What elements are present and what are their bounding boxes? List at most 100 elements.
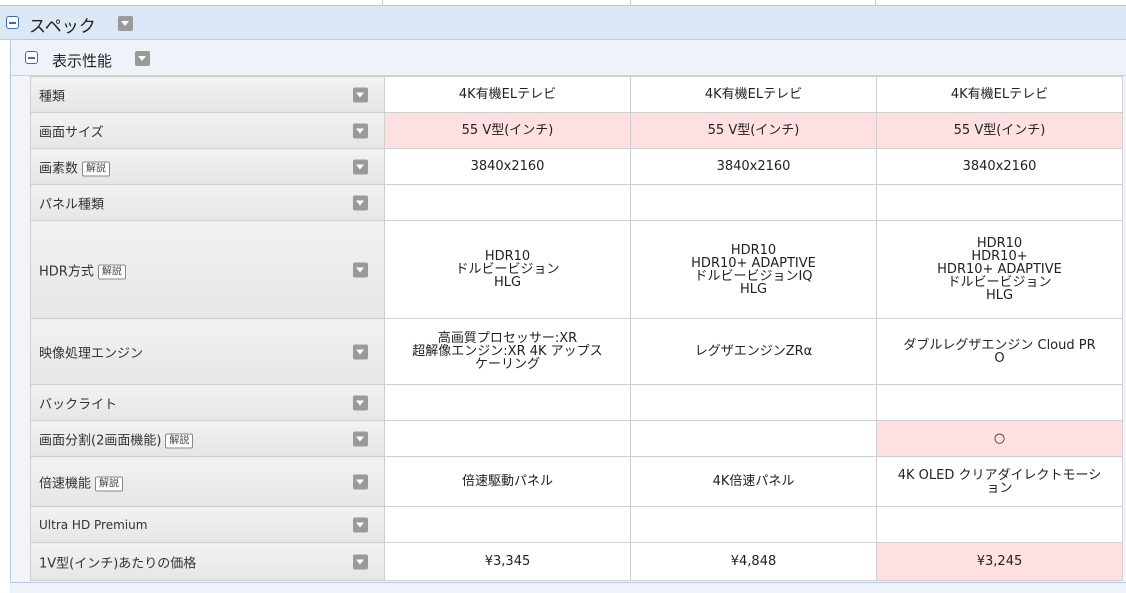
display-performance-header[interactable]: 表示性能 (11, 40, 1126, 76)
explanation-button[interactable]: 解説 (95, 476, 124, 491)
spec-value-line: ¥4,848 (730, 554, 777, 569)
spec-value-cell: ¥3,245 (876, 542, 1123, 581)
spec-value-cell: 3840x2160 (630, 148, 877, 185)
row-dropdown-icon[interactable] (353, 517, 368, 532)
spec-value-line: 3840x2160 (962, 159, 1037, 174)
explanation-button[interactable]: 解説 (82, 161, 111, 176)
row-dropdown-icon[interactable] (353, 159, 368, 174)
spec-value-line: ¥3,345 (484, 554, 531, 569)
spec-value-line: HDR10 (730, 242, 777, 258)
row-dropdown-icon[interactable] (353, 262, 368, 277)
spec-value-line: 3840x2160 (470, 159, 545, 174)
spec-label: 画面サイズ (39, 121, 104, 140)
spec-label-cell: 1V型(インチ)あたりの価格 (30, 542, 385, 581)
row-dropdown-icon[interactable] (353, 123, 368, 138)
spec-label-cell: 画面サイズ (30, 112, 385, 149)
collapse-minus-icon[interactable] (6, 16, 19, 29)
spec-value-cell: HDR10 HDR10+ ADAPTIVE ドルビービジョンIQ HLG (630, 220, 877, 319)
spec-value-line: 4K OLED クリアダイレクトモーシ (897, 467, 1102, 483)
row-dropdown-icon[interactable] (353, 395, 368, 410)
spec-value-line: レグザエンジンZRα (694, 344, 813, 359)
spec-value-cell: レグザエンジンZRα (630, 318, 877, 385)
spec-label-text: 画面サイズ (39, 125, 104, 140)
spec-table: 種類 4K有機ELテレビ 4K有機ELテレビ 4K有機ELテレビ 画面サイズ 55 V型(… (30, 76, 1123, 581)
row-dropdown-icon[interactable] (353, 474, 368, 489)
spec-value-cell: ダブルレグザエンジン Cloud PR O (876, 318, 1123, 385)
spec-row: 画面分割(2画面機能) 解説 ○ (30, 420, 1123, 457)
spec-label: Ultra HD Premium (39, 518, 147, 532)
spec-value-line: 55 V型(インチ) (461, 123, 554, 138)
spec-label-cell: パネル種類 (30, 184, 385, 221)
spec-label: 画素数 解説 (39, 157, 111, 176)
spec-label: 映像処理エンジン (39, 342, 143, 361)
spec-label-text: 画素数 (39, 161, 79, 176)
spec-label-text: 1V型(インチ)あたりの価格 (39, 556, 197, 571)
spec-label-cell: 倍速機能 解説 (30, 456, 385, 507)
spec-value-cell: 4K OLED クリアダイレクトモーシ ョン (876, 456, 1123, 507)
spec-label: 倍速機能 解説 (39, 472, 124, 491)
row-dropdown-icon[interactable] (353, 554, 368, 569)
spec-value-cell: 4K有機ELテレビ (384, 76, 631, 113)
spec-label-text: Ultra HD Premium (39, 517, 148, 532)
spec-row: 種類 4K有機ELテレビ 4K有機ELテレビ 4K有機ELテレビ (30, 76, 1123, 113)
spec-value-line: ○ (993, 431, 1006, 446)
spec-label-text: 種類 (39, 89, 66, 104)
spec-value-line: HLG (493, 275, 522, 290)
explanation-button[interactable]: 解説 (97, 264, 126, 279)
spec-value-cell: HDR10 HDR10+ HDR10+ ADAPTIVE ドルビービジョン HLG (876, 220, 1123, 319)
spec-value-line: ¥3,245 (976, 554, 1023, 569)
row-dropdown-icon[interactable] (353, 87, 368, 102)
spec-value-line: 4K倍速パネル (712, 474, 795, 489)
spec-value-line: ョン (986, 480, 1013, 496)
spec-row: 1V型(インチ)あたりの価格 ¥3,345 ¥4,848 ¥3,245 (30, 542, 1123, 581)
spec-value-line: O (994, 350, 1005, 366)
spec-value-line: ダブルレグザエンジン Cloud PR (903, 337, 1096, 353)
spec-row: HDR方式 解説 HDR10 ドルビービジョン HLG HDR10 HDR10+ ADAPT… (30, 220, 1123, 319)
spec-comparison-panel: スペック 表示性能 種類 4K有機ELテレビ 4K有機ELテレビ 4K有機ELテレビ画… (0, 0, 1126, 593)
spec-label: 種類 (39, 85, 65, 104)
spec-value-cell: 4K有機ELテレビ (876, 76, 1123, 113)
spec-row: 画素数 解説 3840x2160 3840x2160 3840x2160 (30, 148, 1123, 185)
spec-value-line: ドルビービジョンIQ (694, 268, 813, 284)
spec-value-cell (876, 184, 1123, 221)
collapse-minus-icon[interactable] (25, 51, 38, 64)
spec-label-text: バックライト (39, 397, 118, 412)
spec-value-cell (384, 420, 631, 457)
explanation-button[interactable]: 解説 (165, 433, 194, 448)
subsection-title: 表示性能 (52, 52, 113, 70)
spec-value-line: HLG (739, 281, 768, 297)
spec-value-cell: ¥3,345 (384, 542, 631, 581)
spec-label-cell: Ultra HD Premium (30, 506, 385, 543)
spec-row: 映像処理エンジン 高画質プロセッサー:XR 超解像エンジン:XR 4K アップス ケー… (30, 318, 1123, 385)
spec-row: Ultra HD Premium (30, 506, 1123, 543)
spec-label-text: 画面分割(2画面機能) (39, 433, 162, 448)
spec-value-cell: 55 V型(インチ) (384, 112, 631, 149)
dropdown-icon[interactable] (118, 16, 133, 31)
row-dropdown-icon[interactable] (353, 344, 368, 359)
spec-label-text: HDR方式 (39, 264, 94, 279)
spec-value-cell (630, 506, 877, 543)
spec-value-cell: 55 V型(インチ) (876, 112, 1123, 149)
spec-value-line: 倍速駆動パネル (461, 474, 553, 489)
spec-value-line: 4K有機ELテレビ (458, 87, 557, 102)
spec-value-cell: 55 V型(インチ) (630, 112, 877, 149)
dropdown-icon[interactable] (135, 51, 150, 66)
spec-value-line: HDR10+ ADAPTIVE (691, 255, 816, 271)
spec-value-cell (876, 384, 1123, 421)
spec-section-header[interactable]: スペック (0, 5, 1126, 40)
spec-label: パネル種類 (39, 193, 104, 212)
spec-label-cell: 画素数 解説 (30, 148, 385, 185)
spec-value-line: 55 V型(インチ) (707, 123, 800, 138)
spec-value-cell (384, 506, 631, 543)
spec-value-cell (384, 384, 631, 421)
spec-label: HDR方式 解説 (39, 260, 126, 279)
spec-label-cell: 種類 (30, 76, 385, 113)
row-dropdown-icon[interactable] (353, 195, 368, 210)
spec-value-cell: 高画質プロセッサー:XR 超解像エンジン:XR 4K アップス ケーリング (384, 318, 631, 385)
spec-value-cell (630, 420, 877, 457)
spec-value-cell (630, 184, 877, 221)
row-dropdown-icon[interactable] (353, 431, 368, 446)
spec-label: 1V型(インチ)あたりの価格 (39, 552, 196, 571)
spec-label: バックライト (39, 393, 117, 412)
spec-value-cell: 3840x2160 (384, 148, 631, 185)
